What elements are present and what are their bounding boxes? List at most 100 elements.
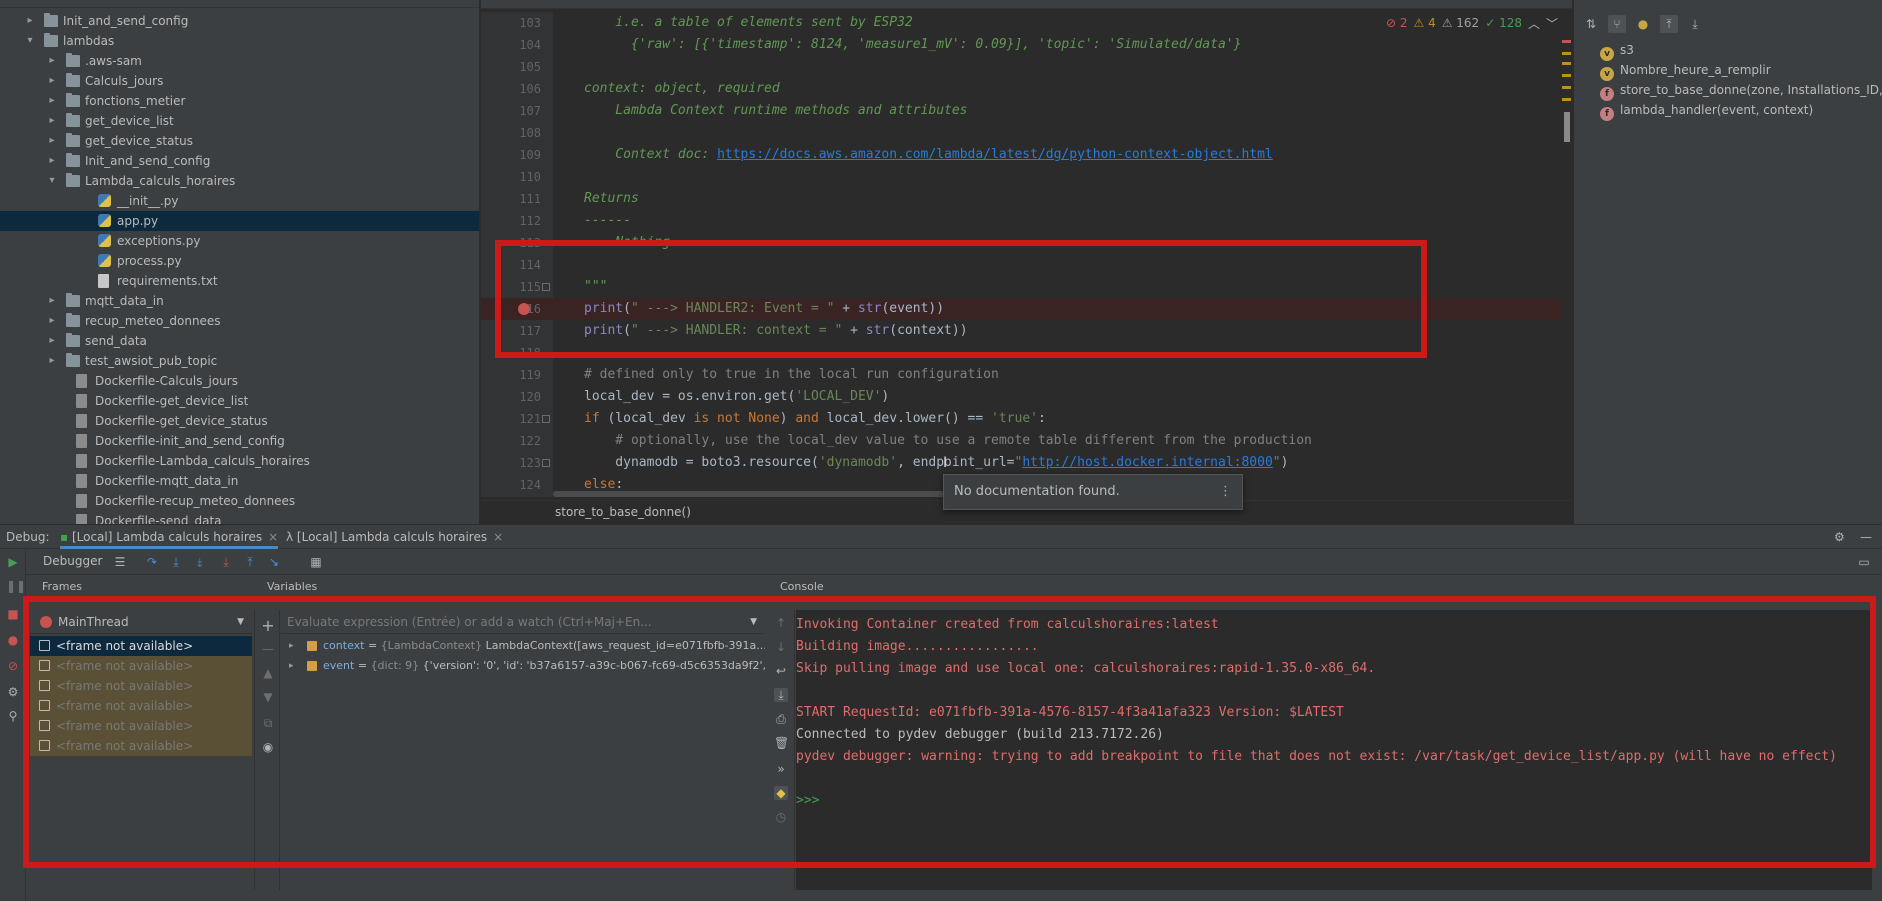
line-number[interactable]: 103 [481,12,541,34]
code-line[interactable]: 111 Returns [481,188,1561,210]
step-into-icon[interactable]: ⤓ [168,554,184,570]
resume-icon[interactable]: ▶ [6,555,20,569]
step-out-icon[interactable]: ⤒ [242,554,258,570]
tree-item[interactable]: ▸ get_device_list [0,111,479,131]
pin-icon[interactable]: ⚲ [6,709,20,723]
typo-count[interactable]: ✓ 128 [1485,16,1522,30]
code-line[interactable]: 107 Lambda Context runtime methods and a… [481,100,1561,122]
tree-item[interactable]: Dockerfile-Lambda_calculs_horaires [0,451,479,471]
line-number[interactable]: 111 [481,188,541,210]
structure-variable[interactable]: v Nombre_heure_a_remplir [1600,60,1771,81]
soft-wrap-icon[interactable]: ↩ [774,664,788,678]
frame-row[interactable]: <frame not available> [30,716,252,736]
chevron-right-icon[interactable]: ▸ [46,291,58,311]
code-line[interactable]: 120 local_dev = os.environ.get('LOCAL_DEV… [481,386,1561,408]
minimize-icon[interactable]: — [1860,530,1872,544]
chevron-right-icon[interactable]: ▸ [46,51,58,71]
line-number[interactable]: 106 [481,78,541,100]
code-link[interactable]: https://docs.aws.amazon.com/lambda/lates… [717,147,1273,162]
tree-item[interactable]: ▸ .aws-sam [0,51,479,71]
line-number[interactable]: 120 [481,386,541,408]
line-number[interactable]: 121 [481,408,541,430]
tree-item[interactable]: requirements.txt [0,271,479,291]
trash-icon[interactable]: 🗑 [774,736,789,750]
line-number[interactable]: 105 [481,56,541,78]
error-stripe[interactable] [1560,40,1572,500]
code-line[interactable]: 119 # defined only to true in the local r… [481,364,1561,386]
chevron-right-icon[interactable]: ▸ [46,331,58,351]
python-console-icon[interactable]: ◆ [774,786,788,800]
force-step-into-icon[interactable]: ⤓ [218,554,234,570]
print-icon[interactable]: ⎙ [774,712,788,726]
line-number[interactable]: 117 [481,320,541,342]
tree-item[interactable]: __init__.py [0,191,479,211]
fold-icon[interactable] [542,415,550,423]
down-arrow-icon[interactable]: ↓ [774,640,788,654]
chevron-down-icon[interactable]: ▾ [46,171,58,191]
code-editor[interactable]: 103 i.e. a table of elements sent by ESP… [481,0,1572,524]
line-number[interactable]: 118 [481,342,541,364]
sort-alpha-icon[interactable]: ⇅ [1582,15,1600,33]
line-number[interactable]: 124 [481,474,541,496]
show-fields-icon[interactable]: ● [1634,15,1652,33]
tree-item[interactable]: process.py [0,251,479,271]
code-line[interactable]: 106 context: object, required [481,78,1561,100]
close-icon[interactable]: × [268,530,278,544]
chevron-right-icon[interactable]: ▸ [46,351,58,371]
expand-all-icon[interactable]: ⤒ [1660,15,1678,33]
line-number[interactable]: 113 [481,232,541,254]
thread-select[interactable]: MainThread ▼ [30,610,252,634]
more-options-icon[interactable]: ⋮ [1219,475,1232,509]
up-arrow-icon[interactable]: ↑ [774,616,788,630]
frame-row[interactable]: <frame not available> [30,656,252,676]
line-number[interactable]: 116 [481,298,541,320]
tree-item[interactable]: Dockerfile-send_data [0,511,479,524]
line-number[interactable]: 123 [481,452,541,474]
frame-row[interactable]: <frame not available> [30,676,252,696]
copy-icon[interactable]: ⧉ [261,716,275,730]
code-line[interactable]: 113 Nothing [481,232,1561,254]
code-line[interactable]: 112 ------ [481,210,1561,232]
fold-icon[interactable] [542,459,550,467]
step-over-icon[interactable]: ↷ [144,554,160,570]
chevron-right-icon[interactable]: ▸ [46,91,58,111]
scroll-to-end-icon[interactable]: ⤓ [774,688,788,702]
move-up-icon[interactable]: ▲ [261,666,275,680]
line-number[interactable]: 115 [481,276,541,298]
run-to-cursor-icon[interactable]: ↘ [266,554,282,570]
tree-item[interactable]: ▸ test_awsiot_pub_topic [0,351,479,371]
variable-row[interactable]: ▸ event = {dict: 9} {'version': '0', 'id'… [281,656,765,676]
debugger-label[interactable]: Debugger [43,554,102,568]
line-number[interactable]: 114 [481,254,541,276]
tree-item[interactable]: ▸ mqtt_data_in [0,291,479,311]
code-line[interactable]: 105 [481,56,1561,78]
structure-function[interactable]: f lambda_handler(event, context) [1600,100,1813,121]
tree-item[interactable]: ▸ Calculs_jours [0,71,479,91]
chevron-down-icon[interactable]: ﹀ [1546,15,1558,32]
tree-item[interactable]: ▸ Init_and_send_config [0,151,479,171]
stop-icon[interactable]: ■ [6,607,20,621]
evaluate-expression-input[interactable]: Evaluate expression (Entrée) or add a wa… [281,610,765,634]
tree-item[interactable]: ▸ recup_meteo_donnees [0,311,479,331]
line-number[interactable]: 110 [481,166,541,188]
remove-watch-icon[interactable]: — [261,642,275,656]
chevron-right-icon[interactable]: ▸ [46,311,58,331]
close-icon[interactable]: × [493,530,503,544]
line-number[interactable]: 107 [481,100,541,122]
chevron-right-icon[interactable]: ▸ [46,151,58,171]
inspection-widget[interactable]: ⊘ 2 ⚠ 4 ⚠ 162 ✓ 128 ︿ ﹀ [1386,14,1558,32]
variable-row[interactable]: ▸ context = {LambdaContext} LambdaContext… [281,636,765,656]
mute-breakpoints-icon[interactable]: ⊘ [6,659,20,673]
step-into-my-code-icon[interactable]: ⤈ [192,554,208,570]
tree-item[interactable]: Dockerfile-get_device_list [0,391,479,411]
structure-variable[interactable]: v s3 [1600,40,1634,61]
code-line[interactable]: 108 [481,122,1561,144]
tree-item[interactable]: ▸ fonctions_metier [0,91,479,111]
code-line[interactable]: 110 [481,166,1561,188]
code-line[interactable]: 117 print(" ---> HANDLER: context = " + s… [481,320,1561,342]
code-line[interactable]: 118 [481,342,1561,364]
tree-item[interactable]: ▸ send_data [0,331,479,351]
evaluate-icon[interactable]: ▦ [308,554,324,570]
code-line[interactable]: 123 dynamodb = boto3.resource('dynamodb'… [481,452,1561,474]
tree-item[interactable]: app.py [0,211,479,231]
